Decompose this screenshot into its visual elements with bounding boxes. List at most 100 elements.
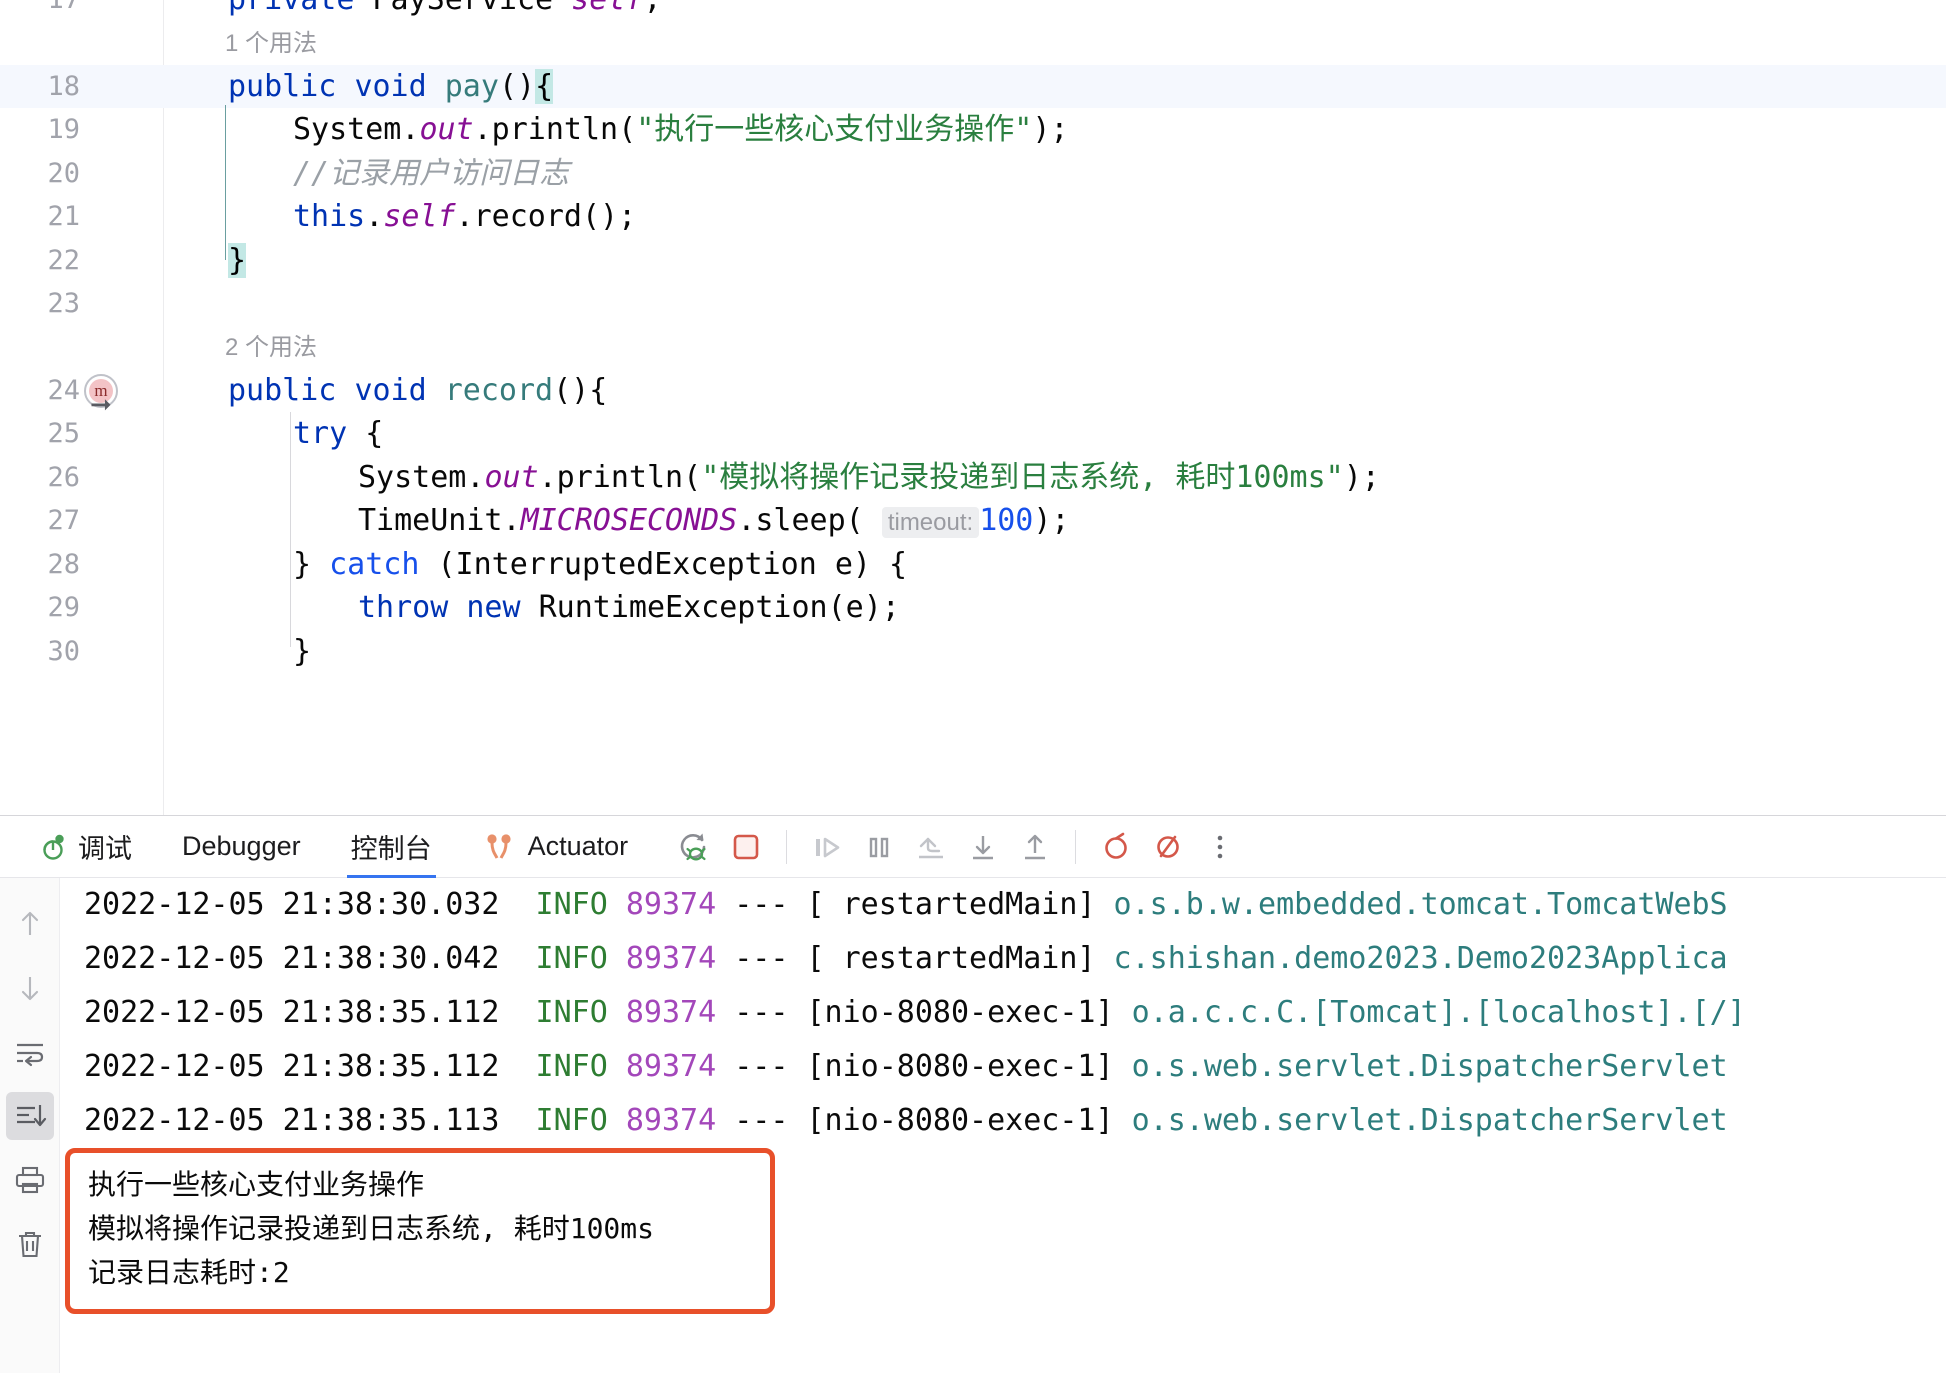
log-line: 2022-12-05 21:38:30.032 INFO 89374 --- [… xyxy=(60,878,1946,932)
output-line: 记录日志耗时:2 xyxy=(88,1256,290,1289)
code-line[interactable]: 17 private PayService self; xyxy=(0,0,1946,22)
code-text[interactable]: } catch (InterruptedException e) { xyxy=(293,543,907,587)
line-number: 20 xyxy=(47,157,80,189)
view-breakpoints-button[interactable] xyxy=(1090,821,1142,873)
scroll-up-button[interactable] xyxy=(6,900,54,948)
usage-hint-row[interactable]: 1 个用法 xyxy=(0,22,1946,65)
resume-program-button[interactable] xyxy=(801,821,853,873)
code-line[interactable]: 21 this.self.record(); xyxy=(0,195,1946,239)
log-line: 2022-12-05 21:38:35.112 INFO 89374 --- [… xyxy=(60,986,1946,1040)
log-logger: c.shishan.demo2023.Demo2023Applica xyxy=(1113,941,1728,976)
scroll-down-button[interactable] xyxy=(6,964,54,1012)
gutter-run-marker[interactable]: m➞ xyxy=(84,369,164,417)
arrow-up-icon xyxy=(14,908,46,940)
code-line[interactable]: 28} catch (InterruptedException e) { xyxy=(0,543,1946,587)
code-line[interactable]: 30} xyxy=(0,630,1946,674)
code-lines-container[interactable]: 17 private PayService self;1 个用法 18 public … xyxy=(0,0,1946,673)
log-level: INFO xyxy=(535,941,608,976)
log-pid: 89374 xyxy=(625,995,717,1030)
tab-console[interactable]: 控制台 xyxy=(337,816,446,878)
console-action-bar[interactable] xyxy=(0,878,60,1373)
log-separator: --- xyxy=(734,941,789,976)
log-thread: [nio-8080-exec-1] xyxy=(806,1103,1114,1138)
line-number: 27 xyxy=(47,505,80,536)
console-output[interactable]: 2022-12-05 21:38:30.032 INFO 89374 --- [… xyxy=(60,878,1946,1373)
log-timestamp: 2022-12-05 21:38:35.113 xyxy=(84,1103,500,1138)
log-separator: --- xyxy=(734,887,789,922)
tab-debug[interactable]: 调试 xyxy=(22,816,146,878)
soft-wrap-button[interactable] xyxy=(6,1028,54,1076)
usage-hint-label[interactable]: 2 个用法 xyxy=(225,326,317,369)
code-text[interactable]: throw new RuntimeException(e); xyxy=(358,586,900,630)
log-logger: o.s.web.servlet.DispatcherServlet xyxy=(1131,1103,1728,1138)
code-text[interactable]: } xyxy=(228,239,247,283)
code-line[interactable]: 22} xyxy=(0,239,1946,283)
debug-tool-window[interactable]: 调试 Debugger 控制台 Actuator 2022-12-05 21:3… xyxy=(0,815,1946,1373)
code-line[interactable]: 24m➞ public void record(){ xyxy=(0,369,1946,417)
code-line[interactable]: 26 System.out.println("模拟将操作记录投递到日志系统, 耗时… xyxy=(0,456,1946,500)
mute-breakpoints-button[interactable] xyxy=(1142,821,1194,873)
code-text[interactable]: this.self.record(); xyxy=(293,195,636,239)
log-pid: 89374 xyxy=(625,887,717,922)
log-thread: [nio-8080-exec-1] xyxy=(806,1049,1114,1084)
tab-debugger[interactable]: Debugger xyxy=(168,816,315,878)
code-line[interactable]: 23 xyxy=(0,282,1946,326)
code-text[interactable]: System.out.println("模拟将操作记录投递到日志系统, 耗时10… xyxy=(358,456,1380,500)
code-text[interactable]: System.out.println("执行一些核心支付业务操作"); xyxy=(293,108,1068,152)
step-up-icon xyxy=(1018,830,1052,864)
usage-hint-label[interactable]: 1 个用法 xyxy=(225,22,317,65)
stop-button[interactable] xyxy=(720,821,772,873)
tab-debugger-label: Debugger xyxy=(182,831,301,861)
log-level: INFO xyxy=(535,1049,608,1084)
line-number: 29 xyxy=(47,592,80,623)
code-line[interactable]: 27 TimeUnit.MICROSECONDS.sleep( timeout: 1… xyxy=(0,499,1946,543)
log-timestamp: 2022-12-05 21:38:30.042 xyxy=(84,941,500,976)
log-logger: o.s.b.w.embedded.tomcat.TomcatWebS xyxy=(1113,887,1728,922)
line-number: 19 xyxy=(47,114,80,145)
arrow-down-icon xyxy=(14,972,46,1004)
more-vertical-icon xyxy=(1206,830,1234,864)
code-text[interactable]: TimeUnit.MICROSECONDS.sleep( timeout: 100… xyxy=(358,499,1070,545)
debug-toolbar[interactable]: 调试 Debugger 控制台 Actuator xyxy=(0,816,1946,878)
step-into-button[interactable] xyxy=(957,821,1009,873)
line-number: 24 xyxy=(47,374,80,406)
log-thread: [nio-8080-exec-1] xyxy=(806,995,1114,1030)
usage-hint-row[interactable]: 2 个用法 xyxy=(0,326,1946,369)
printer-icon xyxy=(13,1164,47,1196)
code-text[interactable]: public void pay(){ xyxy=(228,65,554,109)
log-timestamp: 2022-12-05 21:38:35.112 xyxy=(84,1049,500,1084)
parameter-hint: timeout: xyxy=(881,507,980,538)
code-line[interactable]: 20 //记录用户访问日志 xyxy=(0,152,1946,196)
pause-program-button[interactable] xyxy=(853,821,905,873)
line-number: 18 xyxy=(47,70,80,102)
pause-icon xyxy=(863,830,895,864)
code-text[interactable]: private PayService self; xyxy=(228,0,662,22)
step-up-button[interactable] xyxy=(1009,821,1061,873)
more-options-button[interactable] xyxy=(1194,821,1246,873)
step-out-button[interactable] xyxy=(905,821,957,873)
scroll-to-end-button[interactable] xyxy=(5,1092,54,1140)
clear-all-button[interactable] xyxy=(6,1220,54,1268)
print-button[interactable] xyxy=(6,1156,54,1204)
code-line[interactable]: 29 throw new RuntimeException(e); xyxy=(0,586,1946,630)
line-number: 17 xyxy=(0,0,80,22)
log-pid: 89374 xyxy=(625,1103,717,1138)
log-lines-container: 2022-12-05 21:38:30.032 INFO 89374 --- [… xyxy=(60,878,1946,1148)
rerun-debug-button[interactable] xyxy=(668,821,720,873)
tab-actuator[interactable]: Actuator xyxy=(468,816,643,878)
trash-icon xyxy=(14,1228,46,1260)
indent-guide xyxy=(290,455,291,645)
code-line[interactable]: 25 try { xyxy=(0,412,1946,456)
code-text[interactable]: } xyxy=(293,630,311,674)
code-editor[interactable]: 17 private PayService self;1 个用法 18 public … xyxy=(0,0,1946,815)
log-separator: --- xyxy=(734,995,789,1030)
code-text[interactable]: try { xyxy=(293,412,383,456)
log-thread: [ restartedMain] xyxy=(806,887,1096,922)
step-into-icon xyxy=(966,830,1000,864)
code-line[interactable]: 19 System.out.println("执行一些核心支付业务操作"); xyxy=(0,108,1946,152)
code-text[interactable]: public void record(){ xyxy=(228,369,607,413)
code-line[interactable]: 18 public void pay(){ xyxy=(0,64,1946,109)
code-text[interactable]: //记录用户访问日志 xyxy=(293,152,569,196)
line-number: 25 xyxy=(47,418,80,449)
log-logger: o.a.c.c.C.[Tomcat].[localhost].[/] xyxy=(1131,995,1746,1030)
